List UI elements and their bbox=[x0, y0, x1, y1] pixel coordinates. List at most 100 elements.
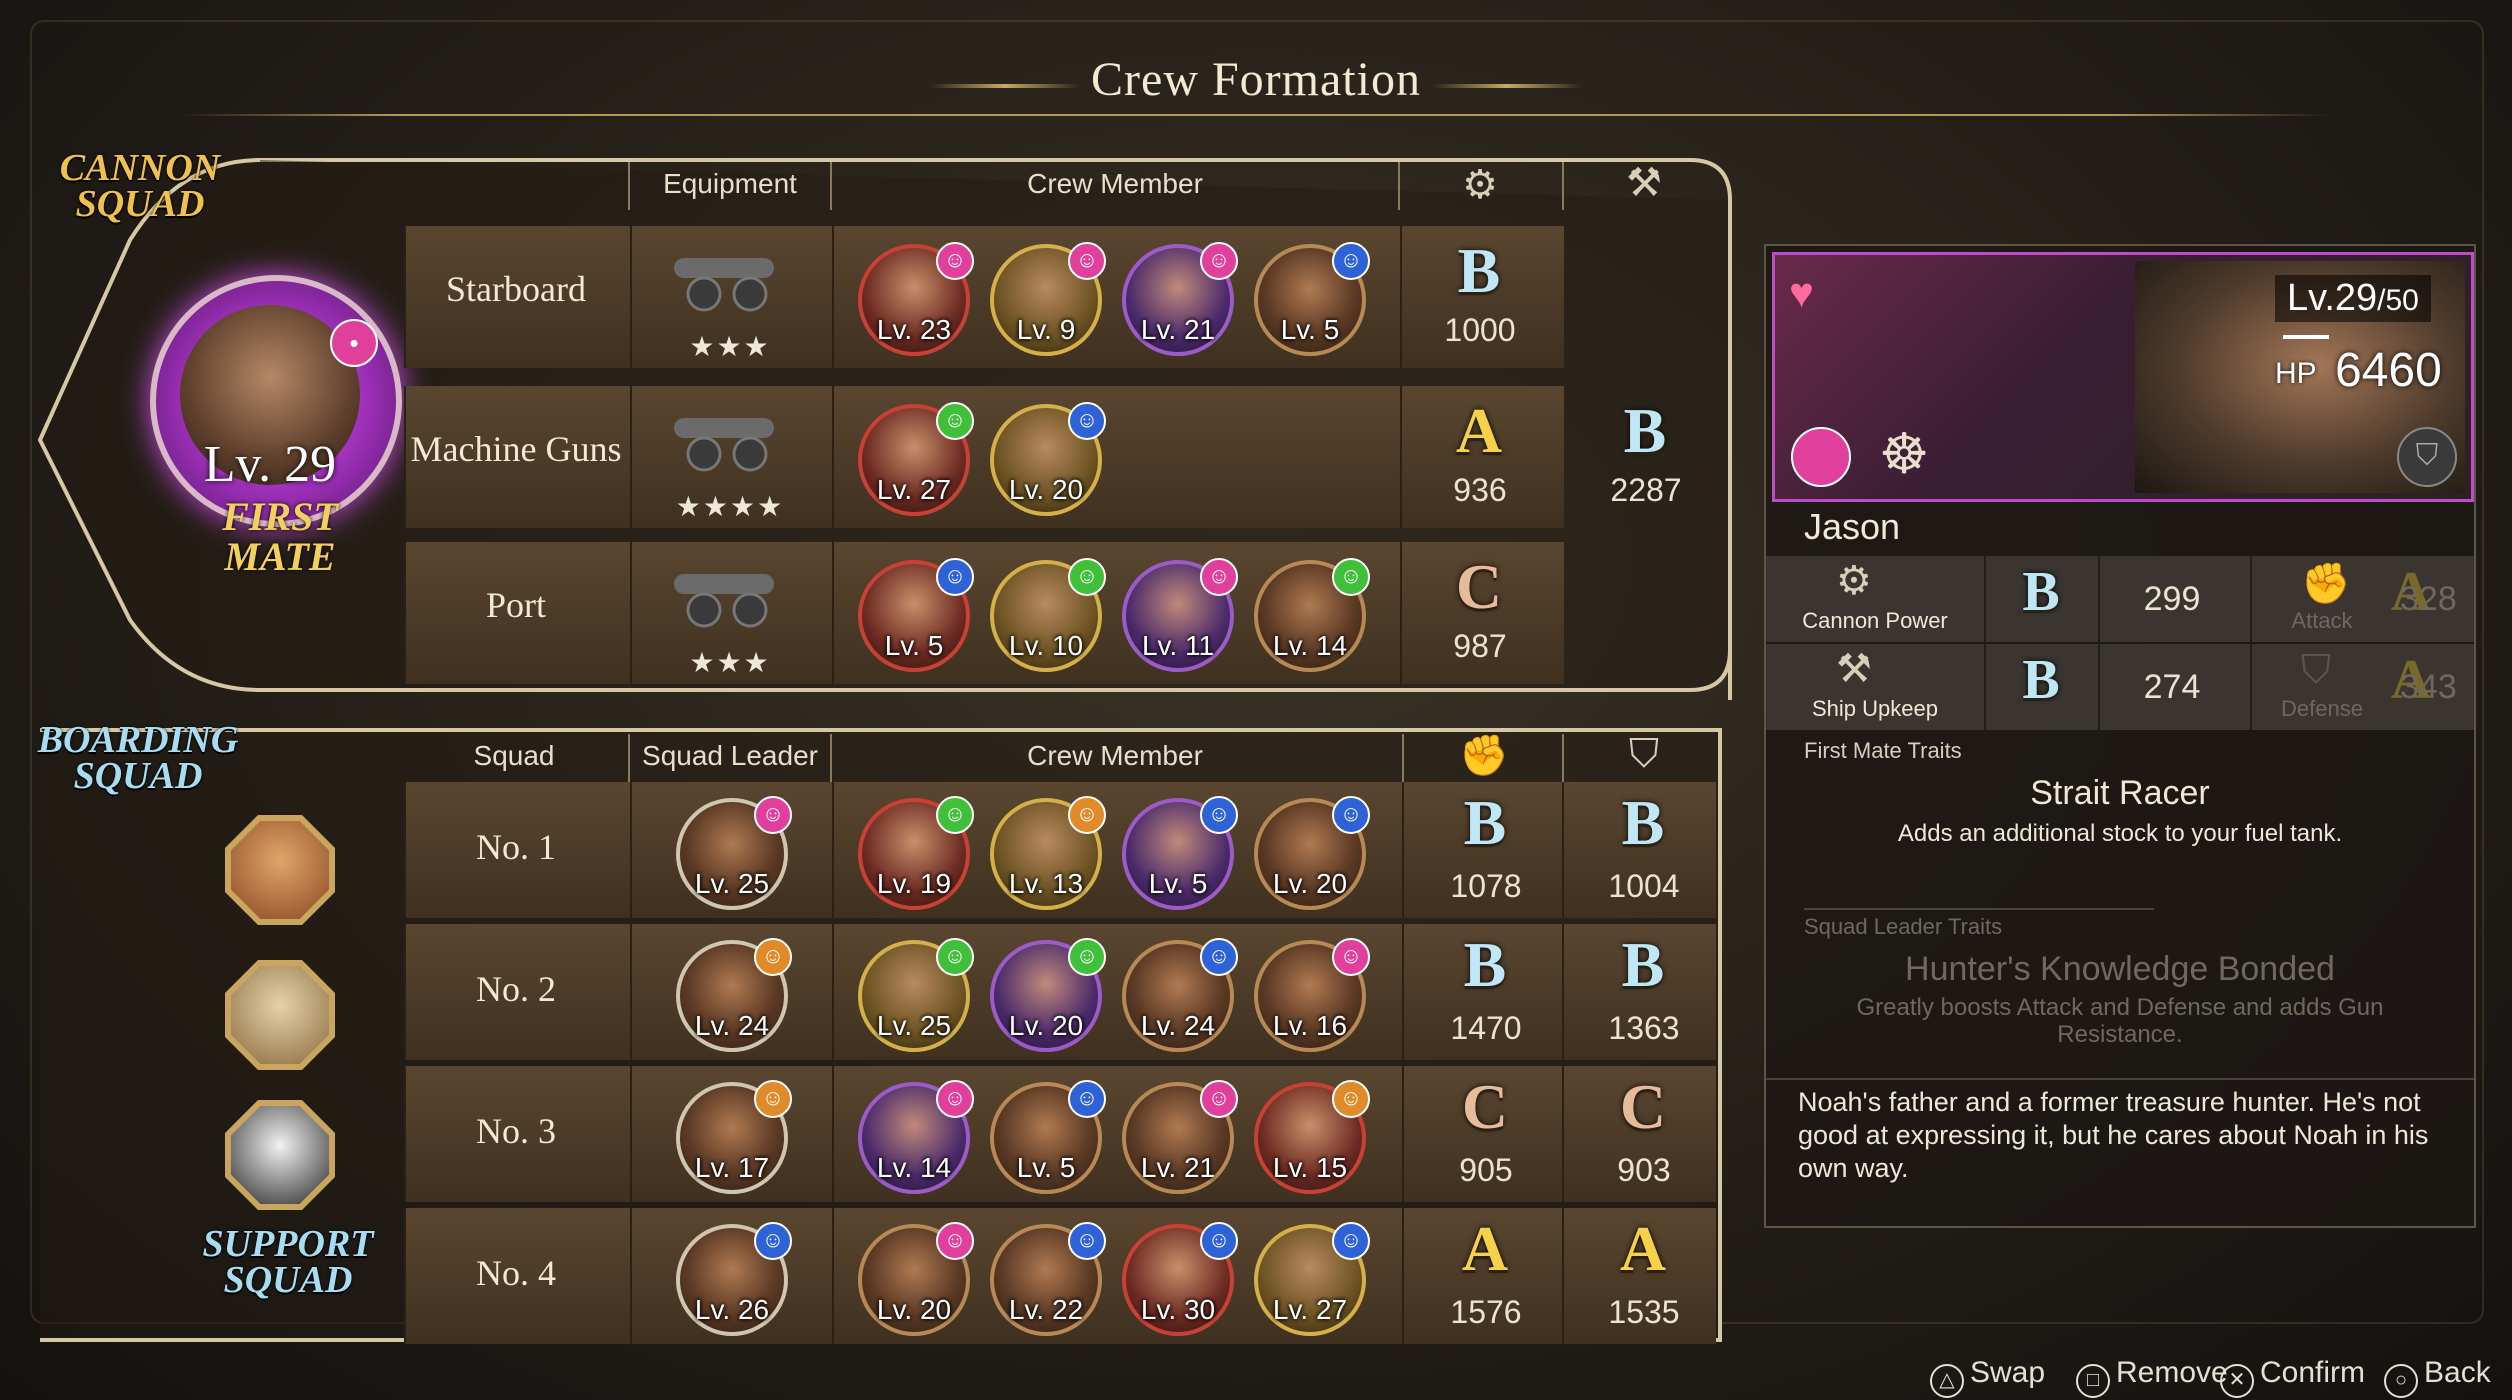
hp-value: 6460 bbox=[2335, 344, 2442, 397]
control-hint-swap[interactable]: △ Swap bbox=[1930, 1356, 2045, 1398]
crew-level: Lv. 21 bbox=[1140, 314, 1216, 345]
crew-portrait[interactable]: Lv. 20 ☺ bbox=[1254, 796, 1370, 910]
crew-level: Lv. 11 bbox=[1141, 630, 1215, 661]
first-mate-traits-label: First Mate Traits bbox=[1804, 738, 1962, 763]
squad-emblem-tiger bbox=[225, 960, 335, 1070]
crew-portrait[interactable]: Lv. 21 ☺ bbox=[1122, 1080, 1238, 1194]
crew-level: Lv. 20 bbox=[1272, 868, 1348, 899]
crew-portrait[interactable]: Lv. 16 ☺ bbox=[1254, 938, 1370, 1052]
defense-value: 1004 bbox=[1608, 868, 1680, 904]
crew-level: Lv. 17 bbox=[694, 1152, 770, 1183]
crew-portrait[interactable]: Lv. 10 ☺ bbox=[990, 558, 1106, 672]
cannon-power-value: 987 bbox=[1453, 628, 1507, 664]
crew-portrait[interactable]: Lv. 15 ☺ bbox=[1254, 1080, 1370, 1194]
squad-leader-trait-desc: Greatly boosts Attack and Defense and ad… bbox=[1856, 994, 2384, 1048]
detail-portrait-frame: ♥ ☸ ⛉ Lv.29/50 HP 6460 bbox=[1772, 252, 2474, 502]
squad-number: No. 1 bbox=[476, 827, 556, 867]
squad-number: No. 2 bbox=[476, 969, 556, 1009]
crew-portrait[interactable]: Lv. 19 ☺ bbox=[858, 796, 974, 910]
control-hint-remove[interactable]: □ Remove bbox=[2076, 1356, 2228, 1398]
control-hint-confirm[interactable]: ✕ Confirm bbox=[2220, 1356, 2365, 1398]
crew-portrait[interactable]: Lv. 5 ☺ bbox=[990, 1080, 1106, 1194]
header-crew-member: Crew Member bbox=[1027, 740, 1203, 771]
crew-portrait[interactable]: Lv. 23 ☺ bbox=[858, 242, 974, 356]
crew-portrait[interactable]: Lv. 13 ☺ bbox=[990, 796, 1106, 910]
crew-portrait[interactable]: Lv. 25 ☺ bbox=[858, 938, 974, 1052]
stat-grade: B bbox=[2022, 561, 2060, 623]
control-label: Confirm bbox=[2260, 1356, 2366, 1389]
attack-grade: B bbox=[1463, 787, 1507, 858]
mood-pink-icon: ☺ bbox=[936, 1222, 974, 1260]
bio-divider bbox=[1766, 1078, 2474, 1080]
crew-portrait[interactable]: Lv. 20 ☺ bbox=[990, 938, 1106, 1052]
crew-level: Lv. 27 bbox=[876, 474, 952, 505]
mood-pink-icon: ☺ bbox=[1332, 938, 1370, 976]
crew-level: Lv. 15 bbox=[1272, 1152, 1348, 1183]
crew-portrait[interactable]: Lv. 5 ☺ bbox=[858, 558, 974, 672]
cannon-equipment-icon[interactable] bbox=[664, 244, 794, 314]
crew-level: Lv. 14 bbox=[876, 1152, 952, 1183]
control-label: Swap bbox=[1970, 1356, 2046, 1389]
squad-leader-portrait[interactable]: Lv. 17 ☺ bbox=[676, 1080, 792, 1194]
crew-level: Lv. 5 bbox=[1280, 314, 1340, 345]
crew-portrait[interactable]: Lv. 24 ☺ bbox=[1122, 938, 1238, 1052]
attack-value: 905 bbox=[1459, 1152, 1513, 1188]
attack-value: 1078 bbox=[1450, 868, 1522, 904]
squad-emblem-boy bbox=[225, 815, 335, 925]
defense-value: 1535 bbox=[1608, 1294, 1680, 1330]
stat-value: 299 bbox=[2143, 580, 2201, 618]
squad-leader-portrait[interactable]: Lv. 25 ☺ bbox=[676, 796, 792, 910]
crew-bio: Noah's father and a former treasure hunt… bbox=[1798, 1087, 2429, 1183]
support-squad-tag: SUPPORT SQUAD bbox=[202, 1223, 374, 1301]
crew-level: Lv. 5 bbox=[1148, 868, 1208, 899]
attack-fist-icon: ✊ bbox=[1459, 734, 1509, 778]
crew-portrait[interactable]: Lv. 22 ☺ bbox=[990, 1222, 1106, 1336]
crew-level: Lv. 20 bbox=[1008, 1010, 1084, 1041]
crew-level: Lv. 5 bbox=[1016, 1152, 1076, 1183]
crew-level: Lv. 30 bbox=[1140, 1294, 1216, 1325]
detail-level-current: Lv.29 bbox=[2287, 277, 2378, 319]
squad-leader-portrait[interactable]: Lv. 26 ☺ bbox=[676, 1222, 792, 1336]
mood-blue-icon: ☺ bbox=[1068, 402, 1106, 440]
crew-portrait[interactable]: Lv. 14 ☺ bbox=[1254, 558, 1370, 672]
first-mate-slot[interactable]: Lv. 29 • FIRST MATE bbox=[150, 275, 410, 579]
defense-value: 1363 bbox=[1608, 1010, 1680, 1046]
crew-portrait[interactable]: Lv. 14 ☺ bbox=[858, 1080, 974, 1194]
title-divider bbox=[180, 114, 2330, 116]
crew-portrait[interactable]: Lv. 9 ☺ bbox=[990, 242, 1106, 356]
equipment-rarity-stars: ★★★ bbox=[689, 331, 771, 362]
cannon-equipment-icon[interactable] bbox=[664, 404, 794, 474]
stat-value: 274 bbox=[2143, 668, 2201, 706]
first-mate-badge: FIRST MATE bbox=[222, 494, 338, 579]
crew-portrait[interactable]: Lv. 20 ☺ bbox=[858, 1222, 974, 1336]
mood-blue-icon: ☺ bbox=[1332, 796, 1370, 834]
mood-pink-icon: ☺ bbox=[936, 242, 974, 280]
crew-portrait[interactable]: Lv. 5 ☺ bbox=[1122, 796, 1238, 910]
control-hint-back[interactable]: ○ Back bbox=[2384, 1356, 2491, 1398]
squad-leader-portrait[interactable]: Lv. 24 ☺ bbox=[676, 938, 792, 1052]
crew-portrait[interactable]: Lv. 5 ☺ bbox=[1254, 242, 1370, 356]
crew-level: Lv. 20 bbox=[876, 1294, 952, 1325]
header-squad-leader: Squad Leader bbox=[642, 740, 818, 771]
crew-portrait[interactable]: Lv. 27 ☺ bbox=[858, 402, 974, 516]
stat-value-secondary: 343 bbox=[2400, 668, 2457, 706]
controller-button-icon: ○ bbox=[2384, 1364, 2418, 1398]
cannon-equipment-icon[interactable] bbox=[664, 560, 794, 630]
controller-button-icon: □ bbox=[2076, 1364, 2110, 1398]
heart-icon: ♥ bbox=[1789, 269, 1814, 316]
crew-portrait[interactable]: Lv. 30 ☺ bbox=[1122, 1222, 1238, 1336]
ship-upkeep-icon: ⚒ bbox=[1626, 161, 1662, 205]
page-title: Crew Formation bbox=[1091, 53, 1421, 106]
crew-level: Lv. 25 bbox=[694, 868, 770, 899]
crew-portrait[interactable]: Lv. 21 ☺ bbox=[1122, 242, 1238, 356]
stat-grade: B bbox=[2022, 649, 2060, 711]
squad-emblem-cow bbox=[225, 1100, 335, 1210]
crew-portrait[interactable]: Lv. 11 ☺ bbox=[1122, 558, 1238, 672]
stat-value-secondary: 328 bbox=[2400, 580, 2457, 618]
crew-portrait[interactable]: Lv. 20 ☺ bbox=[990, 402, 1106, 516]
squad-leader-traits-label: Squad Leader Traits bbox=[1804, 914, 2003, 939]
mood-blue-icon: ☺ bbox=[1332, 242, 1370, 280]
mood-green-icon: ☺ bbox=[936, 402, 974, 440]
attack-grade: B bbox=[1463, 929, 1507, 1000]
crew-portrait[interactable]: Lv. 27 ☺ bbox=[1254, 1222, 1370, 1336]
